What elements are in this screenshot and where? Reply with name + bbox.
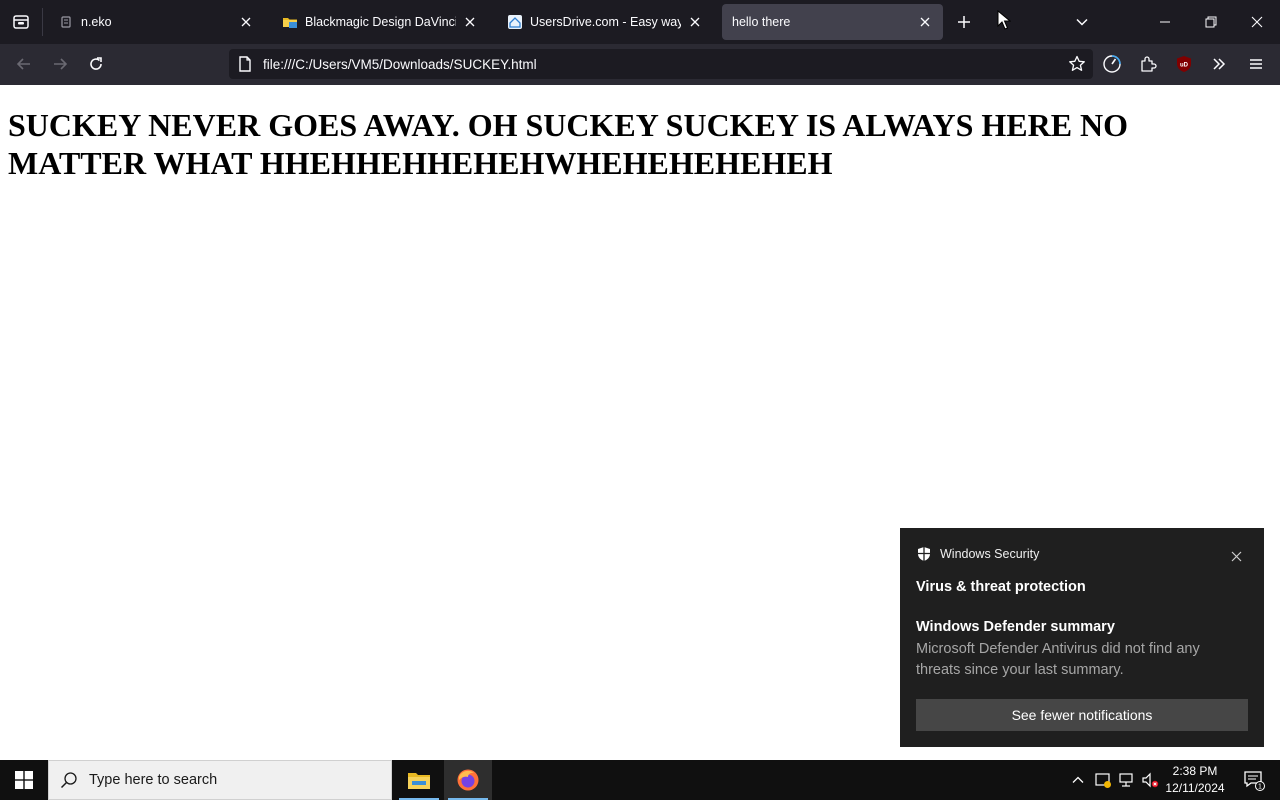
ublock-button[interactable]: uD [1168, 48, 1200, 80]
close-tab-icon[interactable] [238, 14, 254, 30]
see-fewer-notifications-button[interactable]: See fewer notifications [916, 699, 1248, 731]
close-icon [1231, 551, 1241, 561]
forward-button[interactable] [44, 48, 76, 80]
clock-time: 2:38 PM [1172, 764, 1218, 778]
minimize-button[interactable] [1142, 0, 1188, 44]
windows-logo-icon [15, 771, 33, 789]
tab-separator [42, 8, 43, 36]
tab-usersdrive[interactable]: UsersDrive.com - Easy way to share [497, 4, 713, 40]
network-tray-button[interactable] [1117, 770, 1137, 790]
usersdrive-favicon-icon [507, 14, 523, 30]
notification-icon: 1 [1244, 771, 1265, 791]
search-placeholder: Type here to search [89, 772, 218, 788]
app-menu-button[interactable] [1240, 48, 1272, 80]
tab-title: n.eko [81, 15, 112, 29]
network-icon [1119, 773, 1133, 787]
close-tab-icon[interactable] [917, 14, 933, 30]
tab-neko[interactable]: n.eko [48, 4, 264, 40]
toast-close-button[interactable] [1226, 546, 1246, 566]
close-tab-icon[interactable] [687, 14, 703, 30]
windows-security-toast[interactable]: Windows Security Virus & threat protecti… [900, 528, 1264, 747]
url-bar[interactable]: file:///C:/Users/VM5/Downloads/SUCKEY.ht… [229, 49, 1093, 79]
start-button[interactable] [0, 760, 48, 800]
ublock-badge: uD [1180, 63, 1189, 69]
bookmark-star-icon[interactable] [1061, 49, 1093, 79]
puzzle-icon [1141, 56, 1157, 72]
plus-icon [958, 16, 970, 28]
forward-arrow-icon [54, 58, 68, 70]
page-icon [229, 49, 261, 79]
shield-icon [916, 546, 932, 562]
tab-title: hello there [732, 15, 791, 29]
file-explorer-taskbar-button[interactable] [395, 760, 443, 800]
extensions-button[interactable] [1132, 48, 1164, 80]
minimize-icon [1160, 21, 1170, 23]
tab-davinci[interactable]: Blackmagic Design DaVinci Resolve [272, 4, 488, 40]
toast-category: Virus & threat protection [916, 579, 1086, 595]
file-explorer-icon [408, 773, 430, 789]
url-text[interactable]: file:///C:/Users/VM5/Downloads/SUCKEY.ht… [263, 57, 1061, 72]
gauge-icon [1103, 55, 1121, 73]
tab-title: UsersDrive.com - Easy way to share [530, 15, 681, 29]
list-all-tabs-button[interactable] [1070, 10, 1094, 34]
volume-muted-icon [1142, 772, 1159, 788]
firefox-view-icon [13, 15, 29, 29]
close-tab-icon[interactable] [462, 14, 478, 30]
search-icon [49, 760, 89, 800]
page-heading: SUCKEY NEVER GOES AWAY. OH SUCKEY SUCKEY… [8, 107, 1129, 181]
action-center-button[interactable]: 1 [1234, 760, 1274, 800]
back-button[interactable] [8, 48, 40, 80]
mouse-cursor-icon [997, 10, 1011, 30]
toast-header: Windows Security [916, 546, 1039, 562]
show-hidden-icons-button[interactable] [1068, 770, 1088, 790]
restore-button[interactable] [1188, 0, 1234, 44]
tab-title: Blackmagic Design DaVinci Resolve [305, 15, 456, 29]
clock[interactable]: 2:38 PM 12/11/2024 [1160, 763, 1230, 797]
tab-strip: n.eko Blackmagic Design DaVinci Resolve … [0, 0, 1280, 44]
reload-button[interactable] [80, 48, 112, 80]
new-tab-button[interactable] [952, 10, 976, 34]
folder-favicon-icon [282, 14, 298, 30]
firefox-taskbar-button[interactable] [444, 760, 492, 800]
double-chevron-right-icon [1213, 58, 1226, 70]
hamburger-menu-icon [1250, 59, 1262, 69]
toast-app-name: Windows Security [940, 547, 1040, 561]
firefox-icon [457, 769, 479, 791]
tab-hello-there[interactable]: hello there [722, 4, 943, 40]
clock-date: 12/11/2024 [1165, 781, 1225, 795]
chevron-up-icon [1072, 776, 1084, 783]
back-arrow-icon [16, 58, 30, 70]
toast-title: Windows Defender summary [916, 619, 1115, 635]
security-tray-button[interactable] [1093, 770, 1113, 790]
firefox-view-button[interactable] [0, 0, 42, 44]
chevron-down-icon [1076, 18, 1088, 26]
notification-count: 1 [1258, 784, 1262, 791]
taskbar: Type here to search 2:38 PM 12/11/2024 1 [0, 760, 1280, 800]
navigation-toolbar: file:///C:/Users/VM5/Downloads/SUCKEY.ht… [0, 44, 1280, 85]
neko-favicon-icon [58, 14, 74, 30]
reload-icon [90, 57, 102, 70]
close-icon [1251, 16, 1263, 28]
volume-tray-button[interactable] [1140, 770, 1160, 790]
extension-button[interactable] [1096, 48, 1128, 80]
toast-body: Microsoft Defender Antivirus did not fin… [916, 641, 1200, 678]
ublock-origin-icon: uD [1177, 56, 1191, 72]
close-window-button[interactable] [1234, 0, 1280, 44]
security-warning-icon [1095, 773, 1111, 788]
taskbar-search-box[interactable]: Type here to search [48, 760, 392, 800]
restore-icon [1205, 16, 1217, 28]
more-tools-button[interactable] [1203, 48, 1235, 80]
